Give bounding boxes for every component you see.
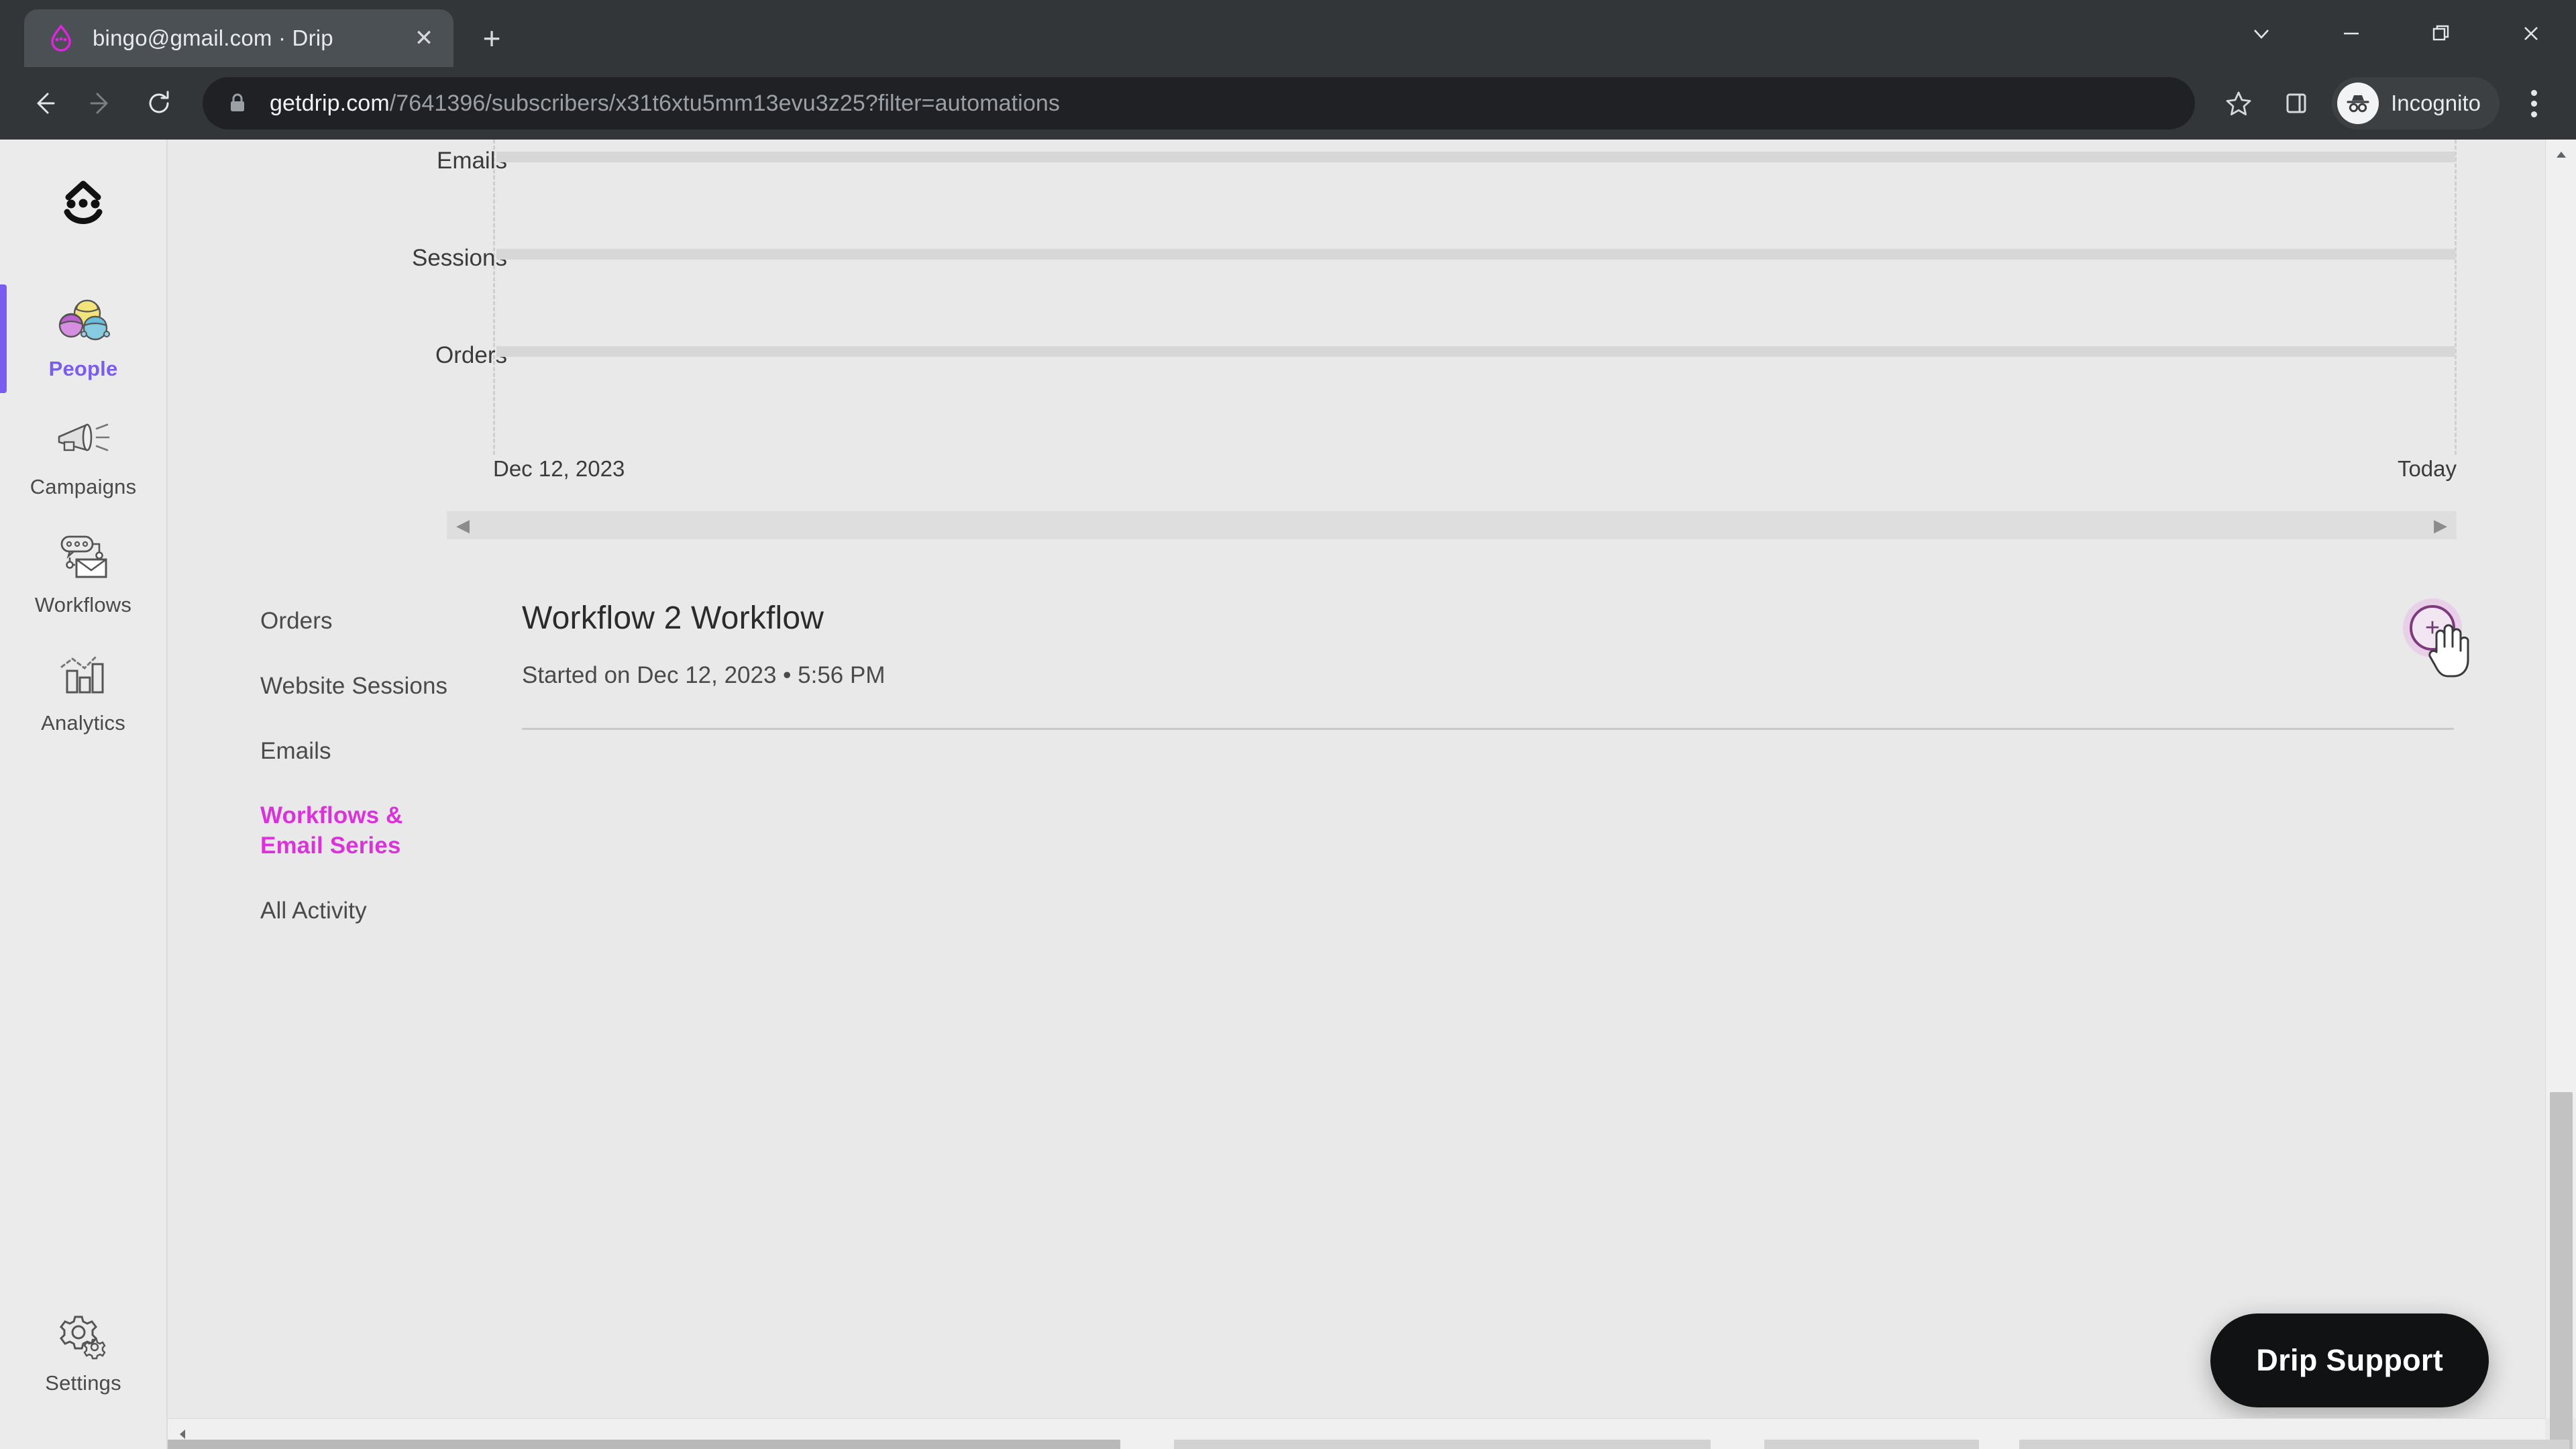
workflow-entry: Workflow 2 Workflow Started on Dec 12, 2… — [522, 600, 2469, 728]
subnav-item-website-sessions[interactable]: Website Sessions — [260, 672, 468, 702]
people-icon — [51, 295, 115, 346]
activity-panel: Orders Website Sessions Emails Workflows… — [168, 562, 2576, 1449]
restore-icon[interactable] — [2396, 0, 2486, 67]
timeline-track — [496, 152, 2455, 162]
activity-timeline-chart: Emails Sessions Orders Dec 12, 2023 Toda… — [168, 140, 2576, 542]
scroll-left-arrow-icon[interactable]: ◀ — [456, 517, 470, 534]
timeline-row: Sessions — [168, 237, 2576, 334]
scroll-track-segment — [2019, 1440, 2569, 1449]
close-icon[interactable] — [2486, 0, 2576, 67]
scroll-right-arrow-icon[interactable]: ▶ — [2434, 517, 2447, 534]
workflow-title: Workflow 2 Workflow — [522, 600, 824, 636]
page-vertical-scrollbar[interactable] — [2545, 140, 2576, 1449]
scroll-up-arrow-icon[interactable] — [2546, 140, 2576, 170]
drip-support-label: Drip Support — [2256, 1343, 2443, 1377]
url-text: getdrip.com/7641396/subscribers/x31t6xtu… — [270, 91, 1060, 117]
gear-icon — [51, 1309, 115, 1360]
sidebar-item-label: Campaigns — [30, 475, 137, 498]
subnav-item-orders[interactable]: Orders — [260, 606, 468, 637]
window-controls — [2216, 0, 2576, 67]
browser-tab[interactable]: bingo@gmail.com · Drip ✕ — [24, 9, 453, 67]
subnav-item-workflows-email-series[interactable]: Workflows & Email Series — [260, 801, 468, 861]
timeline-horizontal-scrollbar[interactable]: ◀ ▶ — [447, 511, 2457, 539]
subnav-item-all-activity[interactable]: All Activity — [260, 896, 468, 926]
sidebar-item-campaigns[interactable]: Campaigns — [0, 396, 167, 514]
page-horizontal-scrollbar[interactable] — [168, 1418, 2569, 1449]
vertical-scroll-thumb[interactable] — [2550, 1092, 2573, 1449]
side-panel-icon[interactable] — [2270, 77, 2322, 129]
mouse-pointer-icon — [2426, 620, 2474, 679]
list-divider — [522, 728, 2454, 730]
sidebar-item-settings[interactable]: Settings — [0, 1292, 167, 1410]
chevron-down-icon[interactable] — [2216, 0, 2306, 67]
url-domain: getdrip.com — [270, 90, 390, 116]
drip-logo-icon — [47, 24, 75, 52]
kebab-menu-icon[interactable] — [2509, 77, 2559, 129]
bar-chart-icon — [51, 649, 115, 700]
url-path: /7641396/subscribers/x31t6xtu5mm13evu3z2… — [389, 90, 1060, 116]
main-content: Emails Sessions Orders Dec 12, 2023 Toda… — [168, 140, 2576, 1449]
app-page: People Campaigns Workflows Analytics Set… — [0, 140, 2576, 1449]
sidebar-item-label: People — [48, 357, 118, 380]
timeline-end-label: Today — [2397, 456, 2457, 481]
timeline-rows: Emails Sessions Orders — [168, 140, 2576, 431]
sidebar-item-label: Workflows — [34, 593, 132, 616]
minimize-icon[interactable] — [2306, 0, 2396, 67]
scroll-track-segment — [1764, 1440, 1979, 1449]
back-arrow-icon[interactable] — [17, 77, 70, 129]
scroll-left-arrow-icon[interactable] — [168, 1428, 199, 1441]
workflow-icon — [51, 531, 115, 582]
drip-logo-icon[interactable] — [43, 162, 123, 243]
activity-subnav: Orders Website Sessions Emails Workflows… — [168, 562, 483, 1449]
sidebar-item-label: Analytics — [41, 711, 125, 735]
tab-title: bingo@gmail.com · Drip — [93, 25, 333, 50]
workflow-started-text: Started on Dec 12, 2023 • 5:56 PM — [522, 662, 885, 688]
incognito-icon — [2337, 83, 2379, 124]
sidebar-item-people[interactable]: People — [0, 278, 167, 396]
timeline-row-label: Emails — [436, 148, 507, 174]
timeline-row: Orders — [168, 334, 2576, 431]
browser-toolbar: getdrip.com/7641396/subscribers/x31t6xtu… — [0, 67, 2576, 140]
profile-incognito-button[interactable]: Incognito — [2332, 77, 2500, 129]
drip-support-button[interactable]: Drip Support — [2210, 1313, 2489, 1407]
sidebar-item-analytics[interactable]: Analytics — [0, 632, 167, 750]
horizontal-scroll-thumb[interactable] — [168, 1440, 1120, 1449]
sidebar-item-label: Settings — [45, 1371, 121, 1395]
scroll-track-segment — [1174, 1440, 1711, 1449]
timeline-start-label: Dec 12, 2023 — [493, 456, 625, 481]
address-bar[interactable]: getdrip.com/7641396/subscribers/x31t6xtu… — [203, 77, 2196, 129]
profile-label: Incognito — [2391, 91, 2481, 115]
lock-icon — [227, 92, 254, 115]
browser-window: bingo@gmail.com · Drip ✕ + getdrip.com/7… — [0, 0, 2576, 1449]
timeline-row-label: Orders — [435, 342, 507, 368]
star-icon[interactable] — [2212, 77, 2265, 129]
close-icon[interactable]: ✕ — [408, 22, 440, 54]
timeline-row-label: Sessions — [411, 245, 507, 271]
forward-arrow-icon[interactable] — [75, 77, 127, 129]
tab-strip: bingo@gmail.com · Drip ✕ + — [0, 0, 2576, 67]
subnav-item-emails[interactable]: Emails — [260, 737, 468, 767]
app-sidebar: People Campaigns Workflows Analytics Set… — [0, 140, 168, 1449]
timeline-track — [496, 346, 2455, 357]
reload-icon[interactable] — [133, 77, 185, 129]
sidebar-bottom: Settings — [0, 1292, 167, 1449]
megaphone-icon — [51, 413, 115, 464]
new-tab-button[interactable]: + — [468, 15, 515, 62]
timeline-track — [496, 249, 2455, 260]
sidebar-item-workflows[interactable]: Workflows — [0, 514, 167, 632]
timeline-row: Emails — [168, 140, 2576, 237]
